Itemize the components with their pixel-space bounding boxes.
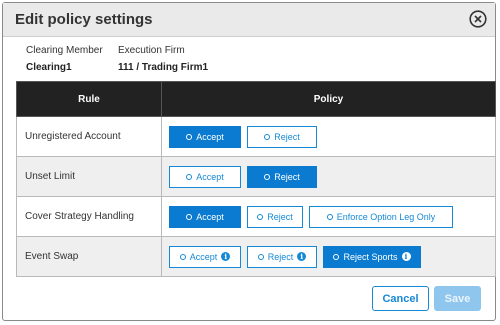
option-label: Reject — [267, 211, 293, 222]
policy-cell: Accept Reject — [161, 156, 496, 197]
option-accept-button[interactable]: Accept — [169, 165, 241, 188]
option-label: Accept — [196, 131, 224, 142]
column-header-rule: Rule — [16, 81, 162, 117]
radio-circle-icon — [186, 133, 193, 140]
option-label: Reject — [274, 131, 300, 142]
policy-option-group: Accept i Reject i Reject Sports i — [162, 245, 495, 268]
info-icon[interactable]: i — [297, 252, 307, 261]
option-label: Accept — [196, 171, 224, 182]
option-label: Accept — [196, 211, 224, 222]
option-label: Reject — [267, 251, 294, 262]
radio-circle-icon — [333, 253, 340, 260]
option-accept-button[interactable]: Accept — [169, 125, 241, 148]
dialog-title-bar: Edit policy settings — [3, 3, 495, 37]
info-icon[interactable]: i — [221, 252, 231, 261]
policy-cell: Accept Reject — [161, 116, 496, 157]
option-reject-button[interactable]: Reject — [247, 165, 317, 188]
radio-circle-icon — [186, 173, 193, 180]
option-label: Accept — [189, 251, 218, 262]
table-row: Unregistered Account Accept Reject — [16, 116, 496, 157]
save-button[interactable]: Save — [434, 286, 481, 311]
execution-firm-label: Execution Firm — [118, 45, 185, 56]
dialog-title: Edit policy settings — [15, 11, 153, 28]
cancel-button[interactable]: Cancel — [372, 286, 429, 311]
policy-option-group: Accept Reject Enforce Option Leg Only — [162, 205, 495, 228]
execution-firm-value: 111 / Trading Firm1 — [118, 62, 209, 73]
radio-circle-icon — [179, 253, 186, 260]
policy-option-group: Accept Reject — [162, 125, 495, 148]
radio-circle-icon — [257, 213, 264, 220]
option-accept-button[interactable]: Accept i — [169, 245, 241, 268]
option-label: Reject Sports — [343, 251, 398, 262]
radio-circle-icon — [264, 133, 271, 140]
radio-circle-icon — [186, 213, 193, 220]
option-reject-button[interactable]: Reject — [247, 205, 303, 228]
option-reject-sports-button[interactable]: Reject Sports i — [323, 245, 421, 268]
option-reject-button[interactable]: Reject i — [247, 245, 317, 268]
table-row: Event Swap Accept i Reject i Reject Sports i — [16, 236, 496, 277]
rule-name: Unregistered Account — [16, 116, 162, 157]
table-row: Unset Limit Accept Reject — [16, 156, 496, 197]
policy-cell: Accept Reject Enforce Option Leg Only — [161, 196, 496, 237]
option-label: Reject — [274, 171, 300, 182]
info-icon[interactable]: i — [401, 252, 411, 261]
policy-cell: Accept i Reject i Reject Sports i — [161, 236, 496, 277]
option-accept-button[interactable]: Accept — [169, 205, 241, 228]
rule-name: Event Swap — [16, 236, 162, 277]
policy-option-group: Accept Reject — [162, 165, 495, 188]
radio-circle-icon — [264, 173, 271, 180]
radio-circle-icon — [326, 213, 333, 220]
policy-table: Rule Policy Unregistered Account Accept Re… — [16, 81, 496, 277]
close-circle-icon[interactable] — [469, 10, 487, 28]
clearing-member-label: Clearing Member — [26, 45, 103, 56]
clearing-member-value: Clearing1 — [26, 62, 72, 73]
option-label: Enforce Option Leg Only — [336, 211, 436, 222]
option-enforce-option-leg-only-button[interactable]: Enforce Option Leg Only — [309, 205, 453, 228]
rule-name: Cover Strategy Handling — [16, 196, 162, 237]
column-header-policy: Policy — [161, 81, 496, 117]
rule-name: Unset Limit — [16, 156, 162, 197]
radio-circle-icon — [257, 253, 264, 260]
table-row: Cover Strategy Handling Accept Reject Enfor… — [16, 196, 496, 237]
option-reject-button[interactable]: Reject — [247, 125, 317, 148]
table-header-row: Rule Policy — [16, 81, 496, 117]
